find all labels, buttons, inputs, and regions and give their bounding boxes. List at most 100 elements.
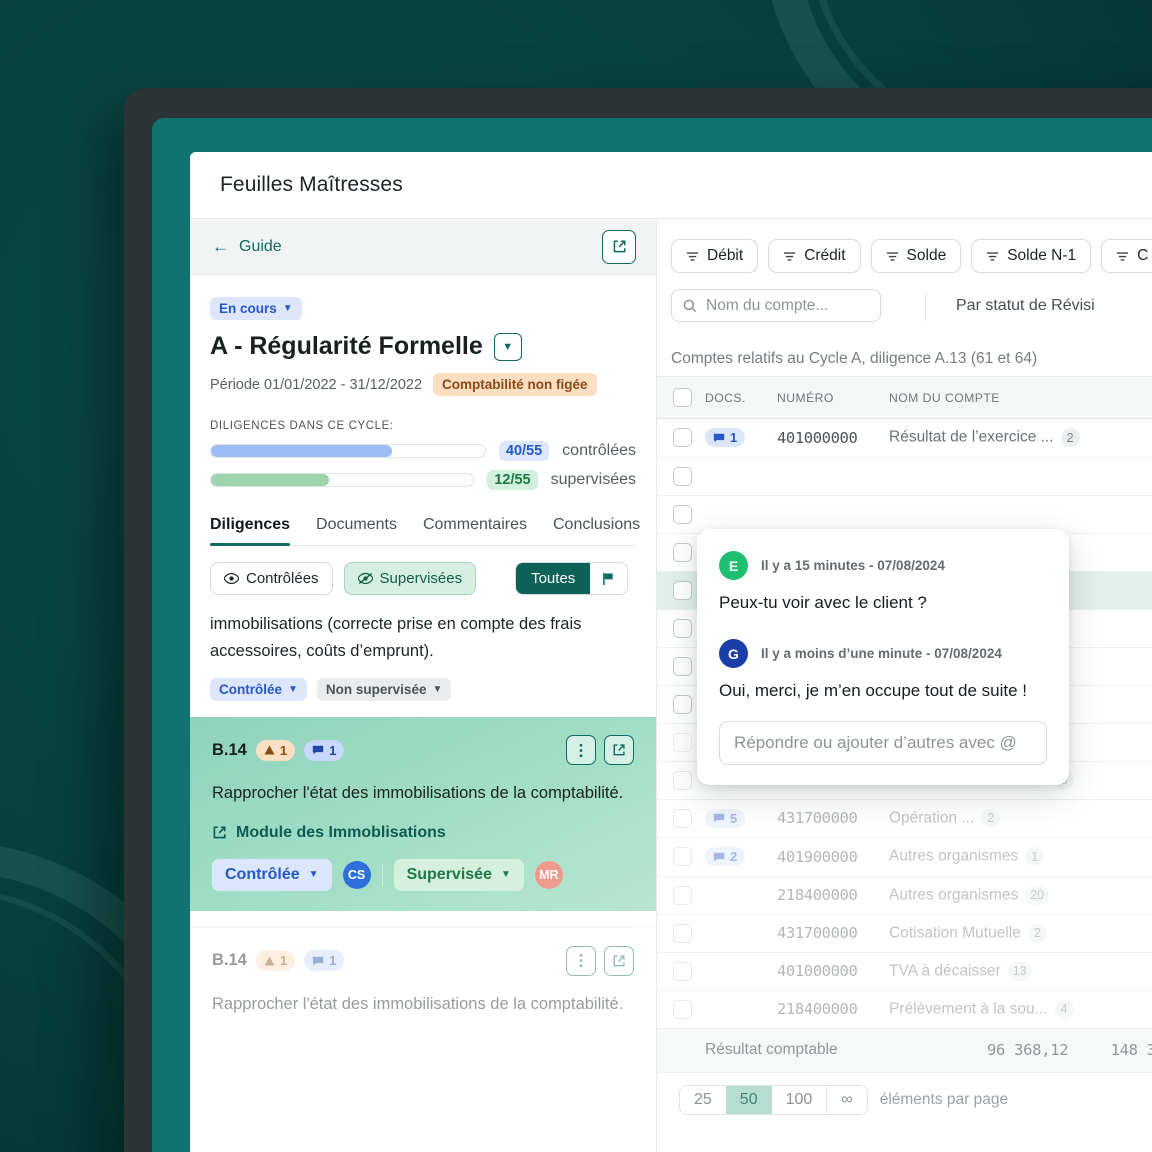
filter-controlled-button[interactable]: Contrôlées	[210, 562, 333, 595]
table-row[interactable]	[657, 495, 1152, 534]
row-checkbox[interactable]	[673, 770, 692, 790]
open-external-button[interactable]	[602, 229, 636, 264]
status-controlled-pill[interactable]: Contrôlée ▼	[210, 678, 307, 702]
page-size-25[interactable]: 25	[680, 1085, 726, 1114]
card-controlled-select[interactable]: Contrôlée ▼	[212, 858, 332, 891]
avatar-supervisor[interactable]: MR	[534, 860, 563, 889]
select-all-checkbox[interactable]	[673, 388, 692, 407]
avatar-controller[interactable]: CS	[342, 860, 371, 889]
status-unsupervised-pill[interactable]: Non supervisée ▼	[316, 678, 452, 702]
row-checkbox[interactable]	[673, 656, 692, 676]
status-controlled-label: Contrôlée	[219, 682, 283, 698]
row-nom-cell: Autres organismes 1	[889, 837, 1152, 877]
chip-debit[interactable]: Débit	[671, 239, 759, 273]
row-count-badge: 13	[1007, 961, 1032, 981]
chip-partial[interactable]: C	[1101, 239, 1152, 273]
row-checkbox[interactable]	[673, 885, 692, 905]
filter-flag-button[interactable]	[590, 563, 628, 594]
row-checkbox[interactable]	[673, 999, 692, 1019]
back-to-guide-link[interactable]: ← Guide	[212, 238, 282, 256]
diligence-card-selected[interactable]: B.14 1 1 Rapprocher l'état des immobilis…	[190, 717, 656, 911]
comment-header-1: E Il y a 15 minutes - 07/08/2024	[719, 551, 1047, 580]
card-header-left: B.14 1 1	[212, 739, 345, 761]
row-checkbox[interactable]	[673, 923, 692, 943]
card-warning-badge[interactable]: 1	[255, 739, 296, 761]
cycle-dropdown-button[interactable]: ▼	[493, 332, 522, 361]
chip-partial-label: C	[1137, 247, 1149, 264]
comment-icon	[312, 746, 324, 755]
row-docs-badge[interactable]: 5	[705, 808, 746, 828]
tab-diligences[interactable]: Diligences	[210, 516, 291, 546]
chip-solde-n1[interactable]: Solde N-1	[971, 239, 1092, 273]
by-status-label[interactable]: Par statut de Révisi	[956, 297, 1095, 315]
card-footer-divider	[381, 863, 383, 886]
card-code: B.14	[212, 740, 247, 759]
card-warning-count: 1	[279, 742, 288, 758]
external-link-icon	[213, 826, 226, 839]
cycle-status-pill[interactable]: En cours ▼	[210, 297, 302, 320]
th-nom-du-compte[interactable]: NOM DU COMPTE	[889, 376, 1152, 419]
left-panel-tabs: Diligences Documents Commentaires Conclu…	[210, 516, 640, 546]
card-module-link[interactable]: Module des Immoblisations	[212, 824, 634, 842]
card-open-button[interactable]	[604, 945, 634, 976]
filter-icon	[687, 251, 698, 261]
card-more-button[interactable]	[566, 945, 596, 976]
diligence-card-next[interactable]: B.14 1 1 Rapprocher l'état des immobilis…	[190, 926, 656, 1037]
tab-documents[interactable]: Documents	[316, 516, 397, 545]
page-size-100[interactable]: 100	[771, 1085, 827, 1114]
chevron-down-icon: ▼	[288, 684, 298, 696]
page-size-50[interactable]: 50	[725, 1085, 772, 1114]
card-comment-badge[interactable]: 1	[304, 739, 345, 761]
table-header: DOCS. NUMÉRO NOM DU COMPTE	[657, 376, 1152, 419]
row-select-cell	[657, 837, 705, 877]
row-count-badge: 2	[981, 808, 1001, 828]
tab-conclusions[interactable]: Conclusions	[553, 516, 640, 545]
chip-solde[interactable]: Solde	[870, 239, 962, 273]
row-checkbox[interactable]	[673, 542, 692, 562]
row-numero-cell: 401000000	[777, 952, 889, 991]
row-checkbox[interactable]	[673, 504, 692, 524]
row-docs-count: 1	[730, 430, 738, 445]
table-row[interactable]	[657, 457, 1152, 496]
diligence-filters: Contrôlées Supervisées Toutes	[210, 562, 636, 595]
card-warning-badge[interactable]: 1	[255, 950, 296, 972]
row-checkbox[interactable]	[673, 428, 692, 448]
th-numero[interactable]: NUMÉRO	[777, 376, 889, 419]
row-checkbox[interactable]	[673, 694, 692, 714]
chip-credit[interactable]: Crédit	[768, 239, 861, 273]
table-row[interactable]: 1 401000000 Résultat de l’exercice ... 2	[657, 418, 1152, 458]
row-docs-badge[interactable]: 2	[705, 847, 746, 866]
tab-commentaires[interactable]: Commentaires	[423, 516, 527, 545]
card-more-button[interactable]	[566, 735, 596, 766]
th-docs[interactable]: DOCS.	[705, 376, 777, 419]
filter-supervised-button[interactable]: Supervisées	[343, 562, 477, 595]
table-row[interactable]: 218400000 Prélèvement à la sou... 4	[657, 990, 1152, 1029]
row-checkbox[interactable]	[673, 466, 692, 486]
row-checkbox[interactable]	[673, 961, 692, 981]
search-input[interactable]: Nom du compte...	[671, 289, 881, 322]
row-checkbox[interactable]	[673, 847, 692, 867]
row-select-cell	[657, 876, 705, 915]
external-link-icon	[613, 744, 625, 756]
row-checkbox[interactable]	[673, 580, 692, 600]
table-row[interactable]: 5 431700000 Opération ... 2	[657, 799, 1152, 838]
comment-icon	[713, 813, 725, 823]
card-supervised-select[interactable]: Supervisée ▼	[393, 858, 524, 891]
row-docs-badge[interactable]: 1	[705, 428, 746, 447]
page-size-all-button[interactable]: ∞	[826, 1085, 867, 1114]
row-checkbox[interactable]	[673, 808, 692, 828]
table-row[interactable]: 431700000 Cotisation Mutuelle 2	[657, 914, 1152, 953]
row-nom-cell: Opération ... 2	[889, 799, 1152, 838]
row-numero-cell: 401900000	[777, 837, 889, 877]
row-checkbox[interactable]	[673, 618, 692, 638]
card-open-button[interactable]	[604, 735, 634, 766]
app-screen: Feuilles Maîtresses ← Guide En cours ▼ A…	[190, 152, 1152, 1152]
card-comment-badge[interactable]: 1	[304, 950, 345, 972]
comment-reply-input[interactable]: Répondre ou ajouter d’autres avec @	[719, 721, 1047, 765]
table-row[interactable]: 2 401900000 Autres organismes 1	[657, 837, 1152, 877]
comment-popup[interactable]: E Il y a 15 minutes - 07/08/2024 Peux-tu…	[697, 529, 1069, 785]
filter-all-button[interactable]: Toutes	[516, 563, 591, 594]
row-checkbox[interactable]	[673, 732, 692, 752]
table-row[interactable]: 218400000 Autres organismes 20	[657, 876, 1152, 915]
table-row[interactable]: 401000000 TVA à décaisser 13	[657, 952, 1152, 991]
